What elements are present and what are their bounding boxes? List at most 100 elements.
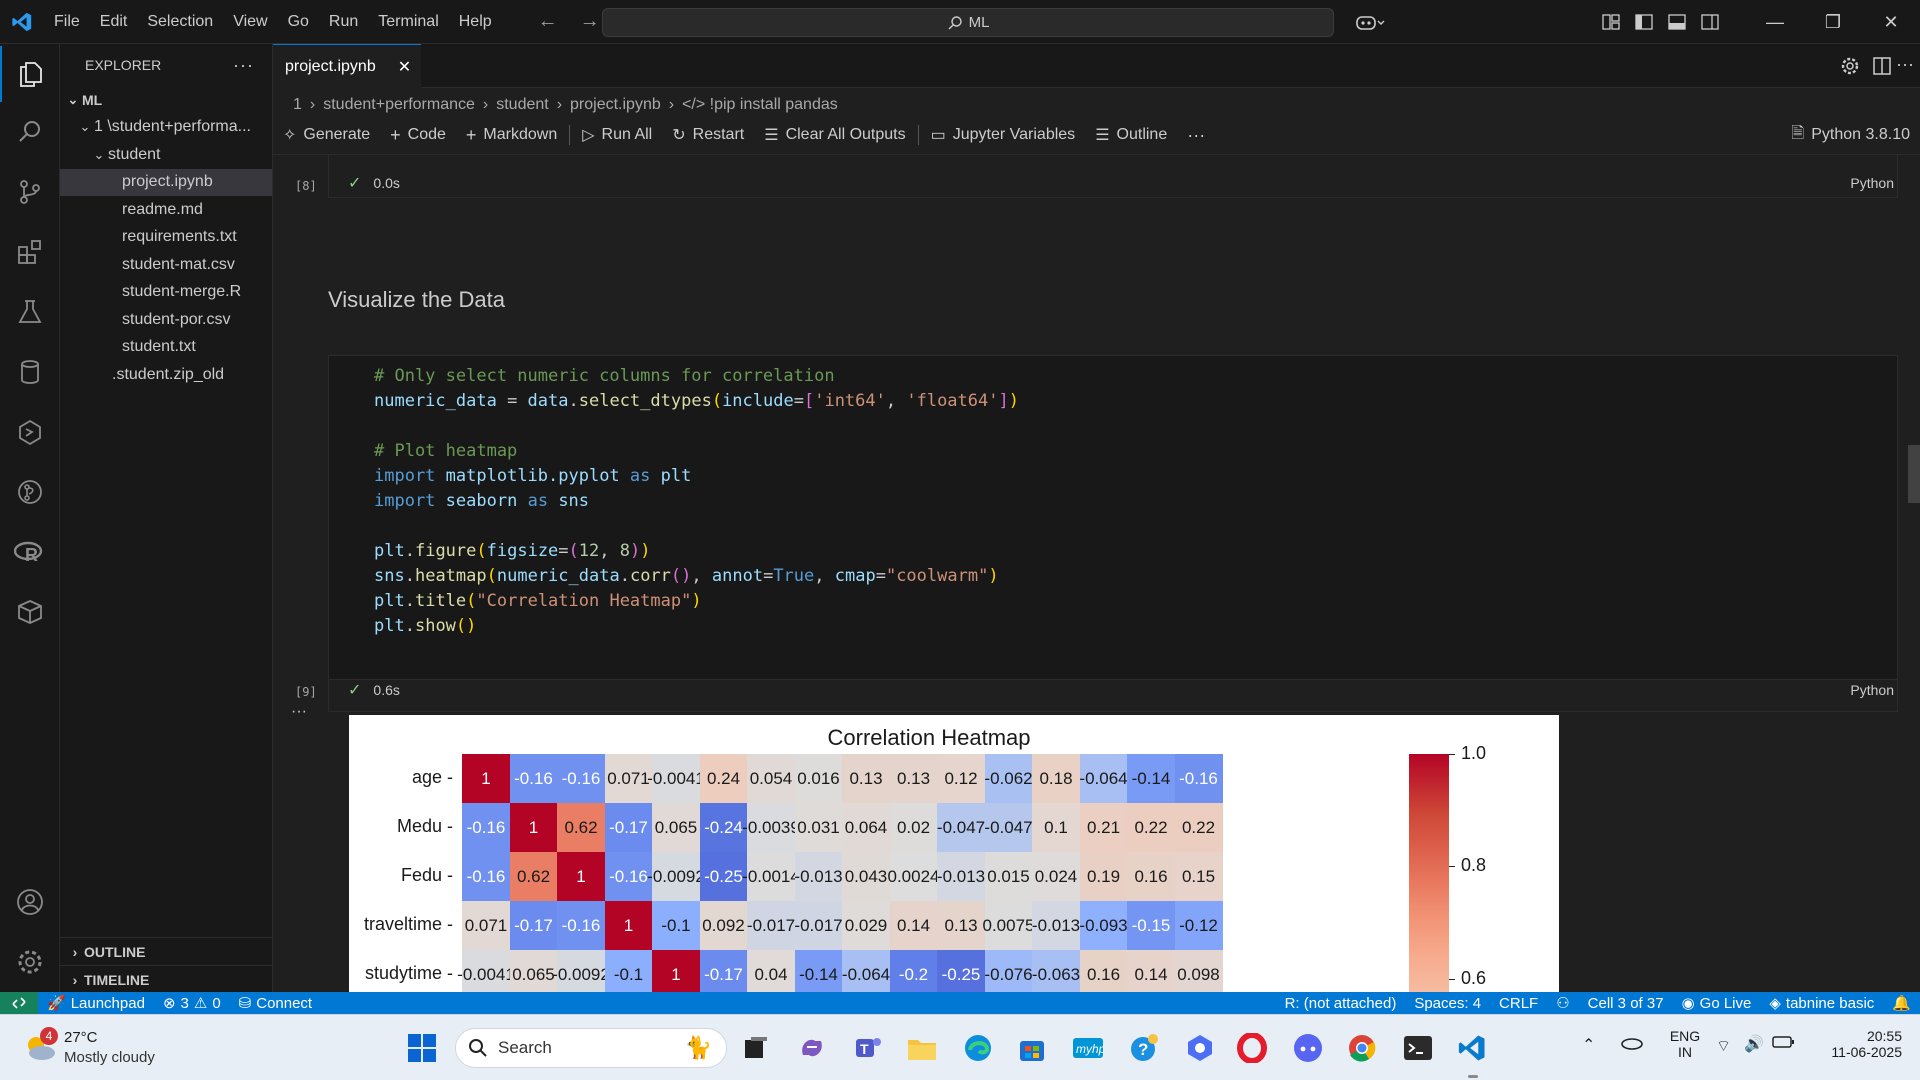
source-control-icon[interactable] [0, 164, 60, 220]
menu-edit[interactable]: Edit [90, 13, 138, 31]
split-editor-icon[interactable] [1872, 56, 1892, 81]
tree-root-ml[interactable]: ⌄ ML [60, 86, 272, 114]
restart-button[interactable]: ↻ Restart [662, 125, 754, 145]
language-indicator[interactable]: ENG IN [1668, 1028, 1702, 1060]
generate-button[interactable]: ✧ Generate [273, 125, 380, 145]
breadcrumb-item[interactable]: project.ipynb [570, 96, 661, 114]
help-app-icon[interactable]: ? [1124, 1028, 1164, 1068]
tree-file[interactable]: readme.md [60, 196, 272, 224]
clock[interactable]: 20:55 11-06-2025 [1812, 1028, 1902, 1060]
menu-go[interactable]: Go [278, 13, 319, 31]
indentation-status[interactable]: Spaces: 4 [1405, 995, 1490, 1012]
tree-folder-student[interactable]: ⌄ student [60, 141, 272, 169]
menu-terminal[interactable]: Terminal [368, 13, 448, 31]
myhp-icon[interactable]: myhp [1068, 1028, 1108, 1068]
manage-gear-icon[interactable] [0, 934, 60, 990]
discord-icon[interactable] [1288, 1028, 1328, 1068]
menu-help[interactable]: Help [449, 13, 502, 31]
connect-button[interactable]: ⛁ Connect [230, 994, 321, 1013]
containers-icon[interactable] [0, 584, 60, 640]
toggle-secondary-sidebar-icon[interactable] [1693, 0, 1726, 44]
menu-run[interactable]: Run [319, 13, 368, 31]
tree-file[interactable]: requirements.txt [60, 224, 272, 252]
menu-selection[interactable]: Selection [137, 13, 223, 31]
go-live-button[interactable]: ◉ Go Live [1673, 994, 1761, 1013]
minimize-icon[interactable]: — [1746, 0, 1804, 44]
battery-icon[interactable] [1772, 1035, 1796, 1054]
task-view-icon[interactable] [736, 1028, 776, 1068]
breadcrumb-item[interactable]: student+performance [323, 96, 475, 114]
extensions-icon[interactable] [0, 224, 60, 280]
add-markdown-button[interactable]: + Markdown [456, 125, 567, 146]
copilot-status-icon[interactable]: ⚇ [1547, 994, 1578, 1012]
run-all-button[interactable]: ▷ Run All [572, 125, 662, 145]
close-tab-icon[interactable]: ✕ [398, 57, 411, 77]
remote-indicator-icon[interactable] [0, 992, 38, 1014]
onedrive-cloud-icon[interactable] [1620, 1033, 1644, 1056]
outline-section[interactable]: › OUTLINE [60, 937, 273, 965]
opera-browser-icon[interactable] [1232, 1028, 1272, 1068]
toolbar-more-icon[interactable]: ··· [1177, 125, 1215, 146]
notifications-bell-icon[interactable]: 🔔 [1883, 994, 1920, 1012]
outline-button[interactable]: ☰ Outline [1085, 125, 1177, 145]
weather-widget[interactable]: 4 27°C Mostly cloudy [18, 1027, 218, 1071]
accounts-icon[interactable] [0, 874, 60, 930]
volume-icon[interactable]: 🔊 [1744, 1034, 1764, 1054]
vscode-taskbar-icon[interactable] [1452, 1028, 1492, 1068]
store-icon[interactable] [1012, 1028, 1052, 1068]
clear-outputs-button[interactable]: ☰ Clear All Outputs [754, 125, 915, 145]
terminal-icon[interactable] [1398, 1028, 1438, 1068]
tree-file[interactable]: student.txt [60, 334, 272, 362]
launchpad-button[interactable]: 🚀 Launchpad [38, 994, 154, 1013]
eol-status[interactable]: CRLF [1490, 995, 1547, 1012]
code-cell[interactable]: # Only select numeric columns for correl… [328, 355, 1898, 680]
tree-file[interactable]: student-merge.R [60, 279, 272, 307]
tree-file[interactable]: student-mat.csv [60, 251, 272, 279]
cell-language[interactable]: Python [1850, 169, 1894, 197]
show-hidden-icons-chevron-up-icon[interactable]: ⌃ [1582, 1035, 1595, 1055]
r-status[interactable]: R: (not attached) [1276, 995, 1406, 1012]
menu-view[interactable]: View [223, 13, 277, 31]
testing-flask-icon[interactable] [0, 284, 60, 340]
explorer-icon[interactable] [0, 46, 60, 102]
output-more-icon[interactable]: ··· [291, 703, 307, 721]
customize-layout-icon[interactable] [1594, 0, 1627, 44]
jupyter-variables-button[interactable]: ▭ Jupyter Variables [921, 125, 1086, 145]
scrollbar-thumb[interactable] [1908, 445, 1920, 503]
breadcrumb-item[interactable]: 1 [293, 96, 302, 114]
breadcrumb-item[interactable]: </> !pip install pandas [682, 96, 838, 114]
more-actions-icon[interactable]: ··· [233, 55, 254, 76]
forward-arrow-icon[interactable]: → [580, 10, 600, 33]
tab-project-ipynb[interactable]: project.ipynb ✕ [273, 44, 421, 88]
more-actions-icon[interactable]: ··· [1896, 54, 1920, 75]
remote-explorer-icon[interactable] [0, 404, 60, 460]
cell-position[interactable]: Cell 3 of 37 [1579, 995, 1673, 1012]
toggle-panel-icon[interactable] [1660, 0, 1693, 44]
problems-indicator[interactable]: ⊗ 3 ⚠ 0 [154, 994, 230, 1013]
taskbar-search[interactable]: Search 🐈 [455, 1028, 727, 1068]
tree-file[interactable]: .student.zip_old [60, 361, 272, 389]
tree-file[interactable]: project.ipynb [60, 168, 272, 196]
timeline-section[interactable]: › TIMELINE [60, 965, 273, 993]
chrome-browser-icon[interactable] [1342, 1028, 1382, 1068]
kernel-picker[interactable]: 🗎 Python 3.8.10 [1781, 122, 1920, 149]
gitlens-icon[interactable] [0, 464, 60, 520]
copilot-chat-icon[interactable] [1180, 1028, 1220, 1068]
tabnine-status[interactable]: ◈ tabnine basic [1760, 994, 1883, 1013]
database-icon[interactable] [0, 344, 60, 400]
cell-language[interactable]: Python [1850, 676, 1894, 704]
restore-icon[interactable]: ❐ [1804, 0, 1862, 44]
command-center-search[interactable]: ML [602, 8, 1334, 37]
close-window-icon[interactable]: ✕ [1862, 0, 1920, 44]
markdown-heading[interactable]: Visualize the Data [328, 287, 505, 313]
settings-gear-icon[interactable] [1840, 56, 1860, 81]
copilot-icon[interactable] [1348, 8, 1392, 36]
tree-folder-student-performance[interactable]: ⌄ 1 \student+performa... [60, 114, 272, 142]
tree-file[interactable]: student-por.csv [60, 306, 272, 334]
edge-browser-icon[interactable] [958, 1028, 998, 1068]
menu-file[interactable]: File [44, 13, 90, 31]
r-language-icon[interactable]: R [0, 524, 60, 580]
add-code-button[interactable]: + Code [380, 125, 456, 146]
copilot-app-icon[interactable] [792, 1028, 832, 1068]
teams-icon[interactable]: T [848, 1028, 888, 1068]
